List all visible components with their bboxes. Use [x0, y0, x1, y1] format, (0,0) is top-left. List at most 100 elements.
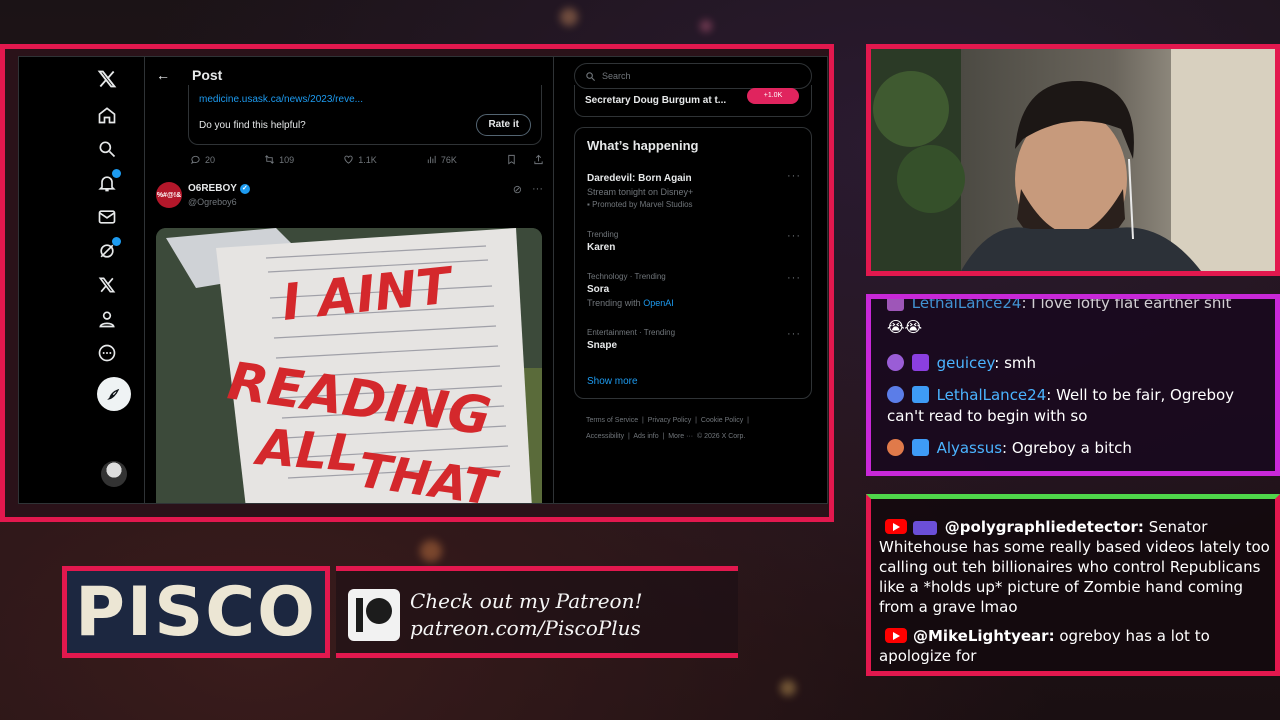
youtube-icon — [885, 628, 907, 643]
more-circle-icon[interactable] — [95, 341, 119, 365]
post-top-icons: ⊘ ··· — [513, 183, 543, 196]
back-arrow-icon[interactable]: ← — [156, 67, 170, 83]
chat-badge-icon — [887, 299, 904, 311]
chat-message: geuicey: smh — [887, 353, 1036, 374]
trend-item[interactable]: Trending Karen ··· — [587, 230, 801, 253]
chat-text: 😭😭 — [887, 318, 923, 336]
x-window: ← Post medicine.usask.ca/news/2023/reve.… — [18, 56, 828, 504]
trend-name: Karen — [587, 242, 616, 253]
bokeh-light — [700, 20, 712, 32]
x-logo-icon[interactable] — [95, 67, 119, 91]
chat-message: LethalLance24: Well to be fair, Ogreboy … — [887, 386, 1235, 425]
brand-name: PISCO — [75, 572, 317, 652]
post-author-handle[interactable]: @Ogreboy6 — [188, 197, 237, 207]
profile-person-icon[interactable] — [95, 307, 119, 331]
account-avatar[interactable] — [101, 461, 127, 487]
webcam-feed — [866, 44, 1280, 276]
show-more-link[interactable]: Show more — [587, 376, 638, 387]
bookmark-icon[interactable] — [506, 154, 517, 165]
trend-name: Daredevil: Born Again — [587, 173, 692, 184]
views-count: 76K — [440, 154, 457, 165]
trend-more-icon[interactable]: ··· — [787, 230, 801, 242]
note-helpful-question: Do you find this helpful? — [199, 120, 306, 131]
reply-count: 20 — [205, 154, 216, 165]
trend-more-icon[interactable]: ··· — [787, 272, 801, 284]
whats-happening-title: What’s happening — [587, 138, 699, 153]
footer-line-1[interactable]: Terms of Service | Privacy Policy | Cook… — [586, 413, 816, 429]
live-pill: +1.0K — [747, 88, 799, 104]
chat-username[interactable]: @polygraphliedetector — [945, 518, 1138, 536]
whats-happening-panel: What’s happening Daredevil: Born Again S… — [574, 127, 812, 399]
chat-username[interactable]: LethalLance24 — [937, 386, 1047, 404]
trend-item[interactable]: Daredevil: Born Again Stream tonight on … — [587, 170, 801, 209]
views-button[interactable]: 76K — [426, 154, 457, 165]
repost-button[interactable]: 109 — [264, 154, 294, 165]
patreon-icon — [348, 589, 400, 641]
brand-logo: PISCO — [62, 566, 330, 658]
post-column: ← Post medicine.usask.ca/news/2023/reve.… — [146, 57, 554, 503]
trend-more-icon[interactable]: ··· — [787, 328, 801, 340]
trend-subtitle: Stream tonight on Disney+ — [587, 187, 694, 197]
chat-badge-icon — [887, 439, 904, 456]
note-link[interactable]: medicine.usask.ca/news/2023/reve... — [199, 94, 363, 105]
trend-meta: Trending — [587, 230, 619, 239]
chat-text: I love lofty flat earther shit — [1031, 294, 1232, 312]
bokeh-light — [420, 540, 442, 562]
trend-promoted: ▪ Promoted by Marvel Studios — [587, 200, 693, 209]
bokeh-light — [780, 680, 796, 696]
trend-with-link[interactable]: OpenAI — [643, 298, 674, 308]
bar-chart-icon — [427, 155, 436, 164]
trend-item[interactable]: Entertainment · Trending Snape ··· — [587, 328, 801, 351]
youtube-chat-panel: @polygraphliedetector: Senator Whitehous… — [866, 494, 1280, 676]
chat-username[interactable]: Alyassus — [937, 439, 1002, 457]
paper-notice-illustration: I AINT READING ALL THAT — [156, 228, 542, 503]
post-image[interactable]: I AINT READING ALL THAT — [156, 228, 542, 503]
post-action-bar: 20 109 1.1K 76K — [190, 154, 544, 165]
notification-badge — [112, 169, 121, 178]
trend-name: Sora — [587, 284, 610, 295]
post-more-icon[interactable]: ··· — [532, 183, 543, 196]
feather-pen-icon — [107, 388, 120, 400]
avatar-text: %#@!& — [156, 191, 182, 199]
heart-icon — [344, 155, 353, 164]
messages-envelope-icon[interactable] — [95, 205, 119, 229]
patreon-cta: Check out my Patreon! — [410, 589, 643, 613]
trend-meta: Technology · Trending — [587, 272, 666, 281]
like-button[interactable]: 1.1K — [343, 154, 377, 165]
home-icon[interactable] — [95, 103, 119, 127]
compose-post-button[interactable] — [97, 377, 131, 411]
trend-item[interactable]: Technology · Trending Sora Trending with… — [587, 272, 801, 308]
trend-subtitle: Trending with OpenAI — [587, 298, 801, 308]
chat-badge-icon — [887, 354, 904, 371]
search-icon[interactable] — [95, 137, 119, 161]
trend-with: Trending with — [587, 298, 641, 308]
post-author-avatar[interactable]: %#@!& — [156, 182, 182, 208]
trend-more-icon[interactable]: ··· — [787, 170, 801, 182]
footer-line-2[interactable]: Accessibility | Ads info | More ··· © 20… — [586, 429, 816, 445]
notifications-bell-icon[interactable] — [95, 169, 121, 195]
grok-icon[interactable] — [95, 237, 121, 263]
grok-explain-icon[interactable]: ⊘ — [513, 183, 522, 196]
grok-badge — [112, 237, 121, 246]
live-event-card[interactable]: Secretary Doug Burgum at t... +1.0K — [574, 85, 812, 117]
reply-button[interactable]: 20 — [190, 154, 215, 165]
share-icon[interactable] — [533, 154, 544, 165]
chat-username[interactable]: @MikeLightyear — [913, 627, 1049, 645]
sub-badge-icon — [911, 354, 929, 371]
youtube-icon — [885, 519, 907, 534]
live-event-title: Secretary Doug Burgum at t... — [585, 95, 727, 106]
repost-icon — [265, 155, 275, 164]
crown-badge-icon — [911, 439, 929, 456]
chat-username[interactable]: geuicey — [937, 354, 995, 372]
search-placeholder: Search — [602, 71, 631, 81]
chat-username[interactable]: LethalLance24 — [912, 299, 1022, 312]
post-author-name[interactable]: O6REBOY ✓ — [188, 183, 250, 194]
chat-message: @polygraphliedetector: Senator Whitehous… — [879, 518, 1270, 616]
chat-text: Ogreboy a bitch — [1011, 439, 1132, 457]
chat-message: LethalLance24: I love lofty flat earther… — [887, 294, 1232, 314]
bookmark-share-group — [506, 154, 544, 165]
like-count: 1.1K — [358, 154, 377, 165]
x-sidebar-nav — [19, 57, 145, 503]
rate-it-button[interactable]: Rate it — [476, 114, 531, 136]
premium-x-icon[interactable] — [95, 273, 119, 297]
